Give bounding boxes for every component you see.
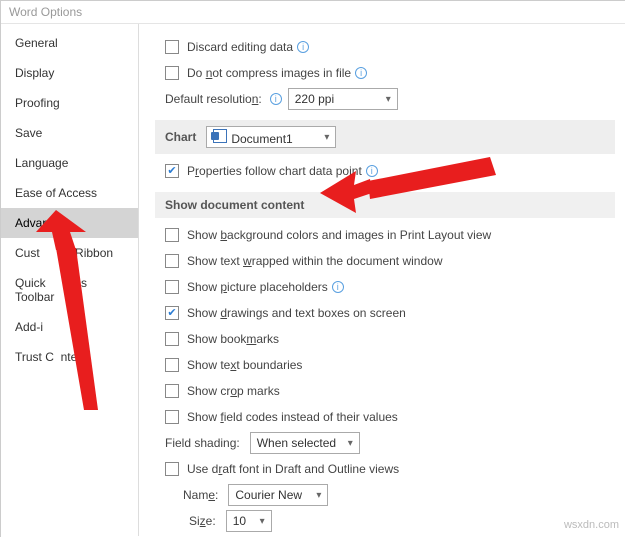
checkbox-discard-editing-data[interactable]: [165, 40, 179, 54]
sidebar-item-quick-access-toolbar[interactable]: Quick Access Toolbar: [1, 268, 138, 312]
options-content: Discard editing data Do not compress ima…: [139, 24, 625, 536]
label-show-picture-placeholders: Show picture placeholders: [187, 280, 328, 294]
label-show-text-boundaries: Show text boundaries: [187, 358, 302, 372]
select-font-name[interactable]: Courier New ▾: [228, 484, 328, 506]
label-show-field-codes: Show field codes instead of their values: [187, 410, 398, 424]
sidebar-item-display[interactable]: Display: [1, 58, 138, 88]
sidebar-item-ease-of-access[interactable]: Ease of Access: [1, 178, 138, 208]
document-icon: [213, 129, 227, 143]
label-show-crop-marks: Show crop marks: [187, 384, 280, 398]
sidebar-item-proofing[interactable]: Proofing: [1, 88, 138, 118]
label-properties-follow-chart: Properties follow chart data point: [187, 164, 362, 178]
info-icon[interactable]: [270, 93, 282, 105]
info-icon[interactable]: [366, 165, 378, 177]
sidebar-item-general[interactable]: General: [1, 28, 138, 58]
sidebar-item-customize-ribbon[interactable]: Customize Ribbon: [1, 238, 138, 268]
checkbox-show-crop-marks[interactable]: [165, 384, 179, 398]
sidebar-item-add-ins[interactable]: Add-i: [1, 312, 138, 342]
chevron-down-icon: ▾: [324, 132, 329, 143]
label-show-background: Show background colors and images in Pri…: [187, 228, 491, 242]
info-icon[interactable]: [297, 41, 309, 53]
label-field-shading: Field shading:: [165, 436, 240, 450]
chevron-down-icon: ▾: [386, 94, 391, 105]
info-icon[interactable]: [332, 281, 344, 293]
sidebar-item-advanced[interactable]: Advanced: [1, 208, 138, 238]
checkbox-show-picture-placeholders[interactable]: [165, 280, 179, 294]
watermark: wsxdn.com: [564, 519, 619, 531]
sidebar-item-save[interactable]: Save: [1, 118, 138, 148]
checkbox-show-bookmarks[interactable]: [165, 332, 179, 346]
label-show-bookmarks: Show bookmarks: [187, 332, 279, 346]
section-chart: Chart Document1 ▾: [155, 120, 615, 154]
label-default-resolution: Default resolution:: [165, 92, 262, 106]
label-do-not-compress: Do not compress images in file: [187, 66, 351, 80]
sidebar-item-language[interactable]: Language: [1, 148, 138, 178]
label-show-text-wrapped: Show text wrapped within the document wi…: [187, 254, 442, 268]
select-font-size[interactable]: 10 ▾: [226, 510, 272, 532]
chevron-down-icon: ▾: [348, 438, 353, 449]
chevron-down-icon: ▾: [260, 516, 265, 527]
word-options-dialog: Word Options General Display Proofing Sa…: [0, 0, 625, 537]
label-discard-editing-data: Discard editing data: [187, 40, 293, 54]
checkbox-show-text-boundaries[interactable]: [165, 358, 179, 372]
window-title: Word Options: [1, 1, 625, 24]
select-chart-document[interactable]: Document1 ▾: [206, 126, 336, 148]
options-sidebar: General Display Proofing Save Language E…: [1, 24, 139, 536]
label-use-draft-font: Use draft font in Draft and Outline view…: [187, 462, 399, 476]
checkbox-show-text-wrapped[interactable]: [165, 254, 179, 268]
checkbox-do-not-compress[interactable]: [165, 66, 179, 80]
label-show-drawings: Show drawings and text boxes on screen: [187, 306, 406, 320]
info-icon[interactable]: [355, 67, 367, 79]
select-field-shading[interactable]: When selected ▾: [250, 432, 360, 454]
checkbox-show-background[interactable]: [165, 228, 179, 242]
checkbox-show-field-codes[interactable]: [165, 410, 179, 424]
label-font-name: Name:: [183, 488, 218, 502]
chevron-down-icon: ▾: [316, 490, 321, 501]
section-show-document-content: Show document content: [155, 192, 615, 218]
sidebar-item-trust-center[interactable]: Trust Center: [1, 342, 138, 372]
checkbox-show-drawings[interactable]: [165, 306, 179, 320]
select-default-resolution[interactable]: 220 ppi ▾: [288, 88, 398, 110]
label-font-size: Size:: [189, 514, 216, 528]
checkbox-properties-follow-chart[interactable]: [165, 164, 179, 178]
checkbox-use-draft-font[interactable]: [165, 462, 179, 476]
